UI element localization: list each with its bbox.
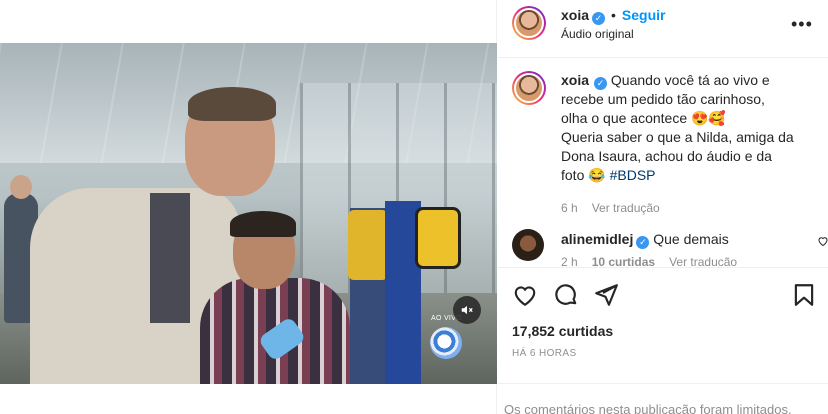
comment-like-heart-icon[interactable] [817, 235, 828, 247]
reporter-shirt [150, 193, 190, 323]
caption-username[interactable]: xoia [561, 72, 589, 88]
comment-meta: 2 h 10 curtidas Ver tradução [561, 255, 751, 266]
caption-translate-link[interactable]: Ver tradução [592, 201, 660, 215]
comment-limit-bar: Os comentários nesta publicação foram li… [498, 383, 828, 414]
caption-meta: 6 h Ver tradução [561, 201, 674, 215]
ticket-validator-left [348, 208, 388, 384]
comment-text: alinemidlej ✓ Que demais [561, 231, 729, 249]
caption-avatar[interactable] [512, 71, 546, 105]
speaker-muted-icon [461, 305, 473, 315]
commenter-username[interactable]: alinemidlej [561, 231, 633, 247]
follow-button[interactable]: Seguir [622, 7, 666, 23]
comment-bubble-icon[interactable] [553, 282, 579, 308]
author-line: xoia ✓ • Seguir [561, 7, 666, 25]
save-bookmark-icon[interactable] [791, 282, 817, 308]
bystander-head [10, 175, 32, 199]
verified-badge-icon: ✓ [636, 236, 650, 249]
caption-line-2: recebe um pedido tão carinhoso, [561, 91, 765, 107]
commenter-avatar[interactable] [512, 229, 544, 261]
verified-badge-icon: ✓ [594, 77, 608, 90]
action-bar: 17,852 curtidas HÁ 6 HORAS Os comentário… [498, 267, 828, 414]
post-header: xoia ✓ • Seguir Áudio original ••• [498, 0, 828, 58]
caption-line-1: Quando você tá ao vivo e [610, 72, 770, 88]
caption-line-3: olha o que acontece 😍🥰 [561, 110, 726, 126]
comment-translate-link[interactable]: Ver tradução [669, 255, 737, 266]
woman-hair [230, 211, 296, 237]
verified-badge-icon: ✓ [592, 12, 606, 25]
reporter-hair [188, 87, 276, 121]
comment-time[interactable]: 2 h [561, 255, 578, 266]
original-audio-link[interactable]: Áudio original [561, 27, 634, 41]
comments-section[interactable]: xoia ✓ Quando você tá ao vivo e recebe um… [498, 59, 828, 266]
comments-limited-notice: Os comentários nesta publicação foram li… [504, 402, 792, 414]
caption-text: xoia ✓ Quando você tá ao vivo e recebe um… [561, 71, 823, 185]
hashtag-link[interactable]: #BDSP [610, 167, 656, 183]
post-timestamp[interactable]: HÁ 6 HORAS [512, 348, 577, 359]
more-options-icon[interactable]: ••• [791, 14, 813, 35]
separator-dot: • [611, 7, 616, 23]
media-pane: AO VIVO [0, 0, 497, 414]
ticket-validator-right [385, 201, 461, 384]
like-heart-icon[interactable] [512, 282, 538, 308]
post-video[interactable]: AO VIVO [0, 43, 497, 384]
caption-line-6: foto 😂 [561, 167, 606, 183]
author-avatar[interactable] [512, 6, 546, 40]
comment-likes[interactable]: 10 curtidas [592, 255, 655, 266]
share-paper-plane-icon[interactable] [593, 282, 619, 308]
comment-body: Que demais [653, 231, 729, 247]
mute-button[interactable] [453, 296, 481, 324]
caption-time[interactable]: 6 h [561, 201, 578, 215]
post-sidebar: xoia ✓ • Seguir Áudio original ••• xoia ✓ Qu… [498, 0, 828, 414]
globo-logo-icon [430, 327, 462, 359]
author-username[interactable]: xoia [561, 7, 589, 23]
caption-line-5: Dona Isaura, achou do áudio e da [561, 148, 772, 164]
likes-count[interactable]: 17,852 curtidas [512, 323, 613, 339]
caption-line-4: Queria saber o que a Nilda, amiga da [561, 129, 794, 145]
